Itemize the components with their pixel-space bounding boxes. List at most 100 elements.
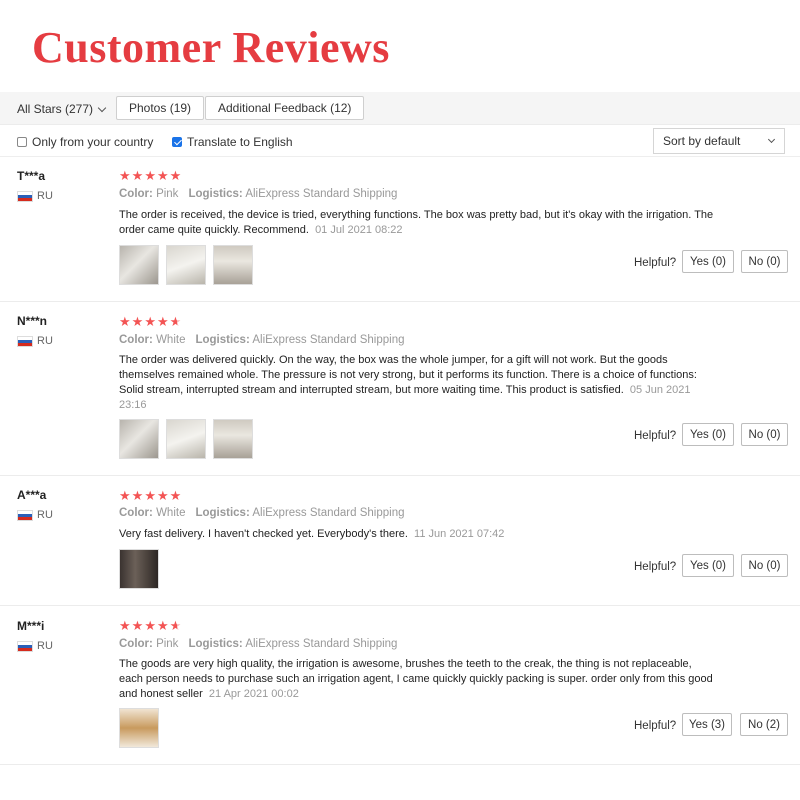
logistics-label: Logistics: [195,507,250,519]
translate-option[interactable]: Translate to English [172,135,293,149]
review-text: The order was delivered quickly. On the … [119,353,714,413]
helpful-label: Helpful? [634,561,677,573]
sort-label: Sort by default [663,134,741,148]
star-rating: ★ ★ ★ ★ ★ [119,489,181,502]
country-code: RU [37,509,53,521]
star-icon: ★ [131,314,144,329]
star-icon: ★ [156,168,169,183]
review-text: The goods are very high quality, the irr… [119,657,714,702]
helpful-yes-button[interactable]: Yes (0) [682,423,734,446]
country-code: RU [37,640,53,652]
review-photo-thumbnail[interactable] [119,245,159,285]
review-item: N***n RU ★ ★ ★ ★ ★ Color: White Logistics: Al… [0,302,800,476]
helpful-yes-button[interactable]: Yes (0) [682,250,734,273]
review-photos [119,549,159,589]
photos-filter-button[interactable]: Photos (19) [116,96,205,120]
color-label: Color: [119,188,153,200]
review-meta: Color: White Logistics: AliExpress Standa… [119,334,405,346]
only-country-label: Only from your country [32,135,154,149]
review-meta: Color: Pink Logistics: AliExpress Standar… [119,638,397,650]
star-rating: ★ ★ ★ ★ ★ [119,619,181,632]
all-stars-label: All Stars (277) [17,102,94,116]
helpful-yes-button[interactable]: Yes (0) [682,554,734,577]
logistics-label: Logistics: [188,188,243,200]
helpful-no-button[interactable]: No (0) [741,423,788,446]
review-item: M***i RU ★ ★ ★ ★ ★ Color: Pink Logistics: Ali… [0,606,800,765]
chevron-down-icon [767,135,776,144]
helpful-no-button[interactable]: No (0) [741,250,788,273]
review-date: 01 Jul 2021 08:22 [315,224,403,236]
review-meta: Color: White Logistics: AliExpress Standa… [119,507,405,519]
review-photo-thumbnail[interactable] [166,419,206,459]
translate-checkbox[interactable] [172,137,182,147]
star-icon: ★ [131,168,144,183]
options-bar: Only from your country Translate to Engl… [0,127,800,157]
review-body: Very fast delivery. I haven't checked ye… [119,528,408,540]
helpful-label: Helpful? [634,720,677,732]
color-value: White [156,334,186,346]
country-code: RU [37,335,53,347]
star-icon: ★ [119,488,131,503]
star-rating: ★ ★ ★ ★ ★ [119,315,181,328]
review-photo-thumbnail[interactable] [119,549,159,589]
chevron-down-icon [97,103,107,112]
helpful-no-button[interactable]: No (2) [740,713,788,736]
only-country-option[interactable]: Only from your country [17,135,153,149]
sort-select[interactable]: Sort by default [653,128,785,154]
color-value: Pink [156,638,179,650]
star-icon: ★ [156,314,169,329]
star-icon: ★ [144,314,156,329]
reviewer-country: RU [17,509,53,521]
review-photos [119,419,253,459]
reviewer-name: N***n [17,314,48,328]
color-value: Pink [156,188,179,200]
star-icon: ★ [144,168,156,183]
all-stars-dropdown[interactable]: All Stars (277) [17,102,107,116]
star-icon: ★ [131,618,144,633]
review-photo-thumbnail[interactable] [119,708,159,748]
review-meta: Color: Pink Logistics: AliExpress Standar… [119,188,397,200]
reviewer-name: M***i [17,619,45,633]
logistics-label: Logistics: [195,334,250,346]
color-value: White [156,507,186,519]
review-photos [119,708,159,748]
page-title: Customer Reviews [32,23,390,72]
russia-flag-icon [17,335,33,347]
review-photo-thumbnail[interactable] [213,245,253,285]
review-body: The order was delivered quickly. On the … [119,354,697,396]
logistics-label: Logistics: [188,638,243,650]
review-body: The order is received, the device is tri… [119,209,714,236]
star-icon: ★ [144,618,156,633]
logistics-value: AliExpress Standard Shipping [245,188,398,200]
helpful-yes-button[interactable]: Yes (3) [682,713,732,736]
reviewer-country: RU [17,335,53,347]
review-photo-thumbnail[interactable] [213,419,253,459]
helpful-label: Helpful? [634,257,677,269]
only-country-checkbox[interactable] [17,137,27,147]
star-icon: ★ [169,488,182,503]
star-icon: ★ [169,314,182,329]
translate-label: Translate to English [187,135,293,149]
star-icon: ★ [156,618,169,633]
star-icon: ★ [119,618,131,633]
helpful-no-button[interactable]: No (0) [741,554,788,577]
review-photo-thumbnail[interactable] [166,245,206,285]
star-icon: ★ [119,314,131,329]
review-photos [119,245,253,285]
star-icon: ★ [119,168,131,183]
review-text: The order is received, the device is tri… [119,208,714,238]
russia-flag-icon [17,509,33,521]
star-icon: ★ [169,618,182,633]
star-icon: ★ [156,488,169,503]
reviewer-country: RU [17,640,53,652]
color-label: Color: [119,334,153,346]
filter-bar: All Stars (277) Photos (19) Additional F… [0,92,800,125]
logistics-value: AliExpress Standard Shipping [252,334,405,346]
review-photo-thumbnail[interactable] [119,419,159,459]
russia-flag-icon [17,190,33,202]
review-item: A***a RU ★ ★ ★ ★ ★ Color: White Logistics: Al… [0,476,800,606]
logistics-value: AliExpress Standard Shipping [252,507,405,519]
helpful-label: Helpful? [634,430,677,442]
review-date: 11 Jun 2021 07:42 [414,528,505,540]
additional-feedback-button[interactable]: Additional Feedback (12) [205,96,365,120]
